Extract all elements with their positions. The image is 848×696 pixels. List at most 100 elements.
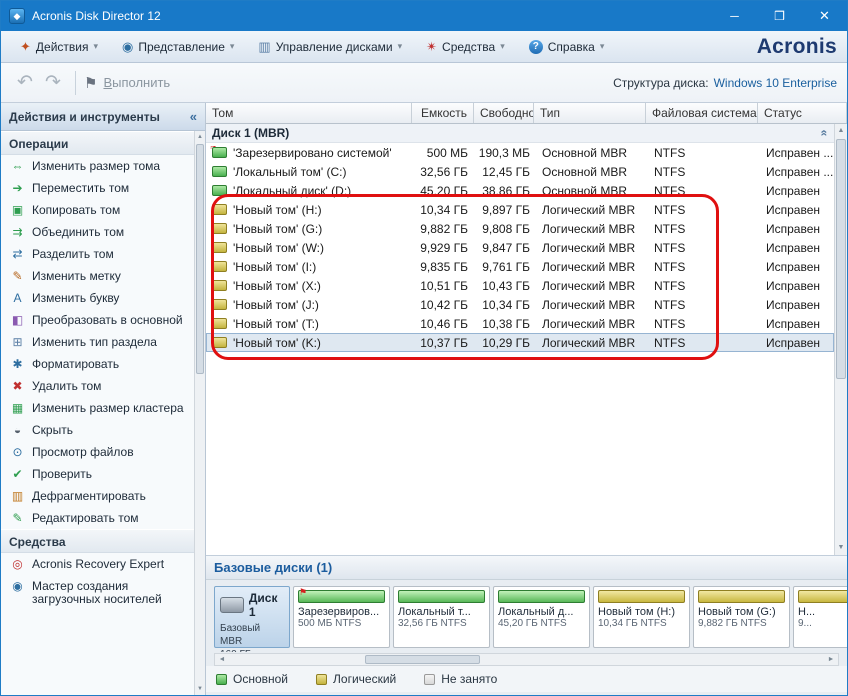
menu-item-4[interactable]: ?Справка▾ bbox=[520, 36, 614, 58]
capacity-cell: 9,882 ГБ bbox=[412, 222, 474, 236]
disk-map-volume[interactable]: Н...9... bbox=[793, 586, 847, 648]
disk-type: Базовый MBR bbox=[220, 622, 284, 648]
disk-block[interactable]: Диск 1 Базовый MBR 160 ГБ bbox=[214, 586, 290, 648]
sidebar-item[interactable]: ⇄Разделить том bbox=[1, 243, 194, 265]
close-button[interactable]: ✕ bbox=[802, 1, 847, 31]
table-row[interactable]: 'Новый том' (J:)10,42 ГБ10,34 ГБЛогическ… bbox=[206, 295, 834, 314]
main-area: ТомЕмкостьСвободноТипФайловая системаСта… bbox=[206, 103, 847, 695]
disk-group-row[interactable]: Диск 1 (MBR)« bbox=[206, 124, 834, 143]
sidebar-item[interactable]: ◧Преобразовать в основной bbox=[1, 309, 194, 331]
scroll-right-icon[interactable]: ► bbox=[824, 654, 838, 665]
sidebar-item[interactable]: ◉Мастер создания загрузочных носителей bbox=[1, 575, 194, 610]
sidebar-scrollbar[interactable]: ▲ ▼ bbox=[194, 131, 205, 695]
sidebar-item[interactable]: ⊞Изменить тип раздела bbox=[1, 331, 194, 353]
status-cell: Исправен bbox=[758, 298, 834, 312]
sidebar-item[interactable]: ✎Изменить метку bbox=[1, 265, 194, 287]
help-icon: ? bbox=[529, 40, 543, 54]
type-cell: Основной MBR bbox=[534, 184, 646, 198]
disk-structure: Структура диска: Windows 10 Enterprise bbox=[613, 76, 837, 90]
disk-map-volume[interactable]: Локальный т...32,56 ГБ NTFS bbox=[393, 586, 490, 648]
table-row[interactable]: 'Новый том' (G:)9,882 ГБ9,808 ГБЛогическ… bbox=[206, 219, 834, 238]
sidebar-item-label: Изменить метку bbox=[32, 270, 190, 283]
primary-volume-icon bbox=[212, 166, 227, 177]
scroll-down-icon[interactable]: ▼ bbox=[195, 683, 205, 695]
sidebar-item[interactable]: ✔Проверить bbox=[1, 463, 194, 485]
scrollbar-thumb[interactable] bbox=[196, 144, 204, 374]
type-cell: Логический MBR bbox=[534, 241, 646, 255]
disk-structure-value[interactable]: Windows 10 Enterprise bbox=[714, 76, 837, 90]
sidebar-item[interactable]: ◒Скрыть bbox=[1, 419, 194, 441]
logical-volume-bar bbox=[698, 590, 785, 603]
titlebar: ◆ Acronis Disk Director 12 ─ ❒ ✕ bbox=[1, 1, 847, 31]
scroll-left-icon[interactable]: ◄ bbox=[215, 654, 229, 665]
menu-item-2[interactable]: ▥Управление дисками▾ bbox=[249, 36, 411, 58]
scroll-up-icon[interactable]: ▲ bbox=[835, 124, 847, 138]
sidebar-item[interactable]: ▦Изменить размер кластера bbox=[1, 397, 194, 419]
sidebar-item[interactable]: ✱Форматировать bbox=[1, 353, 194, 375]
disk-head: Диск 1 bbox=[220, 591, 284, 619]
menu-item-3[interactable]: ✴Средства▾ bbox=[417, 36, 514, 58]
logical-volume-bar bbox=[798, 590, 847, 603]
sidebar-collapse-icon[interactable]: « bbox=[190, 109, 197, 124]
disk-map-hscrollbar[interactable]: ◄ ► bbox=[214, 653, 839, 666]
scrollbar-thumb[interactable] bbox=[365, 655, 480, 664]
column-header[interactable]: Статус bbox=[758, 103, 847, 123]
column-header[interactable]: Свободно bbox=[474, 103, 534, 123]
scroll-down-icon[interactable]: ▼ bbox=[835, 541, 847, 555]
logical-volume-icon bbox=[212, 299, 227, 310]
format-icon: ✱ bbox=[9, 358, 26, 371]
table-row[interactable]: 'Новый том' (T:)10,46 ГБ10,38 ГБЛогическ… bbox=[206, 314, 834, 333]
table-row[interactable]: 'Новый том' (W:)9,929 ГБ9,847 ГБЛогическ… bbox=[206, 238, 834, 257]
status-cell: Исправен bbox=[758, 336, 834, 350]
collapse-group-icon[interactable]: « bbox=[818, 130, 832, 137]
disk-map-volume[interactable]: ⚑Зарезервиров...500 МБ NTFS bbox=[293, 586, 390, 648]
scroll-up-icon[interactable]: ▲ bbox=[195, 131, 205, 143]
table-row[interactable]: 'Новый том' (I:)9,835 ГБ9,761 ГБЛогическ… bbox=[206, 257, 834, 276]
filesystem-cell: NTFS bbox=[646, 146, 758, 160]
sidebar-item[interactable]: ⇉Объединить том bbox=[1, 221, 194, 243]
logical-volume-icon bbox=[212, 280, 227, 291]
sidebar-item[interactable]: ✖Удалить том bbox=[1, 375, 194, 397]
legend-item: Основной bbox=[216, 672, 288, 686]
capacity-cell: 9,835 ГБ bbox=[412, 260, 474, 274]
table-row[interactable]: 'Локальный том' (C:)32,56 ГБ12,45 ГБОсно… bbox=[206, 162, 834, 181]
sidebar-item[interactable]: ◎Acronis Recovery Expert bbox=[1, 553, 194, 575]
sidebar-item[interactable]: ✎Редактировать том bbox=[1, 507, 194, 529]
actions-icon: ✦ bbox=[20, 40, 31, 53]
capacity-cell: 10,34 ГБ bbox=[412, 203, 474, 217]
column-header[interactable]: Файловая система bbox=[646, 103, 758, 123]
minimize-button[interactable]: ─ bbox=[712, 1, 757, 31]
capacity-cell: 10,51 ГБ bbox=[412, 279, 474, 293]
scrollbar-thumb[interactable] bbox=[836, 139, 846, 379]
table-header: ТомЕмкостьСвободноТипФайловая системаСта… bbox=[206, 103, 847, 124]
disk-map-volume[interactable]: Новый том (G:)9,882 ГБ NTFS bbox=[693, 586, 790, 648]
sidebar-item[interactable]: ▣Копировать том bbox=[1, 199, 194, 221]
menu-item-0[interactable]: ✦Действия▾ bbox=[11, 36, 107, 58]
table-row[interactable]: 'Новый том' (H:)10,34 ГБ9,897 ГБЛогическ… bbox=[206, 200, 834, 219]
table-row[interactable]: 'Новый том' (X:)10,51 ГБ10,43 ГБЛогическ… bbox=[206, 276, 834, 295]
disk-map-volume[interactable]: Новый том (H:)10,34 ГБ NTFS bbox=[593, 586, 690, 648]
logical-volume-icon bbox=[212, 204, 227, 215]
sidebar-item[interactable]: ⇔Изменить размер тома bbox=[1, 155, 194, 177]
table-row[interactable]: ⚑'Зарезервировано системой'500 МБ190,3 М… bbox=[206, 143, 834, 162]
menu-item-1[interactable]: ◉Представление▾ bbox=[113, 36, 243, 58]
sidebar-item[interactable]: ➔Переместить том bbox=[1, 177, 194, 199]
volume-name: Новый том (H:) bbox=[598, 606, 685, 618]
table-row[interactable]: 'Новый том' (K:)10,37 ГБ10,29 ГБЛогическ… bbox=[206, 333, 834, 352]
redo-icon[interactable]: ↷ bbox=[39, 70, 67, 96]
undo-icon[interactable]: ↶ bbox=[11, 70, 39, 96]
filesystem-cell: NTFS bbox=[646, 203, 758, 217]
sidebar-item[interactable]: ⊙Просмотр файлов bbox=[1, 441, 194, 463]
primary-volume-icon bbox=[212, 185, 227, 196]
maximize-button[interactable]: ❒ bbox=[757, 1, 802, 31]
column-header[interactable]: Том bbox=[206, 103, 412, 123]
table-row[interactable]: 'Локальный диск' (D:)45,20 ГБ38,86 ГБОсн… bbox=[206, 181, 834, 200]
sidebar-item[interactable]: AИзменить букву bbox=[1, 287, 194, 309]
table-scrollbar[interactable]: ▲ ▼ bbox=[834, 124, 847, 555]
capacity-cell: 32,56 ГБ bbox=[412, 165, 474, 179]
sidebar-item[interactable]: ▥Дефрагментировать bbox=[1, 485, 194, 507]
column-header[interactable]: Тип bbox=[534, 103, 646, 123]
commit-button[interactable]: ⚑ Выполнить bbox=[84, 74, 170, 92]
column-header[interactable]: Емкость bbox=[412, 103, 474, 123]
disk-map-volume[interactable]: Локальный д...45,20 ГБ NTFS bbox=[493, 586, 590, 648]
